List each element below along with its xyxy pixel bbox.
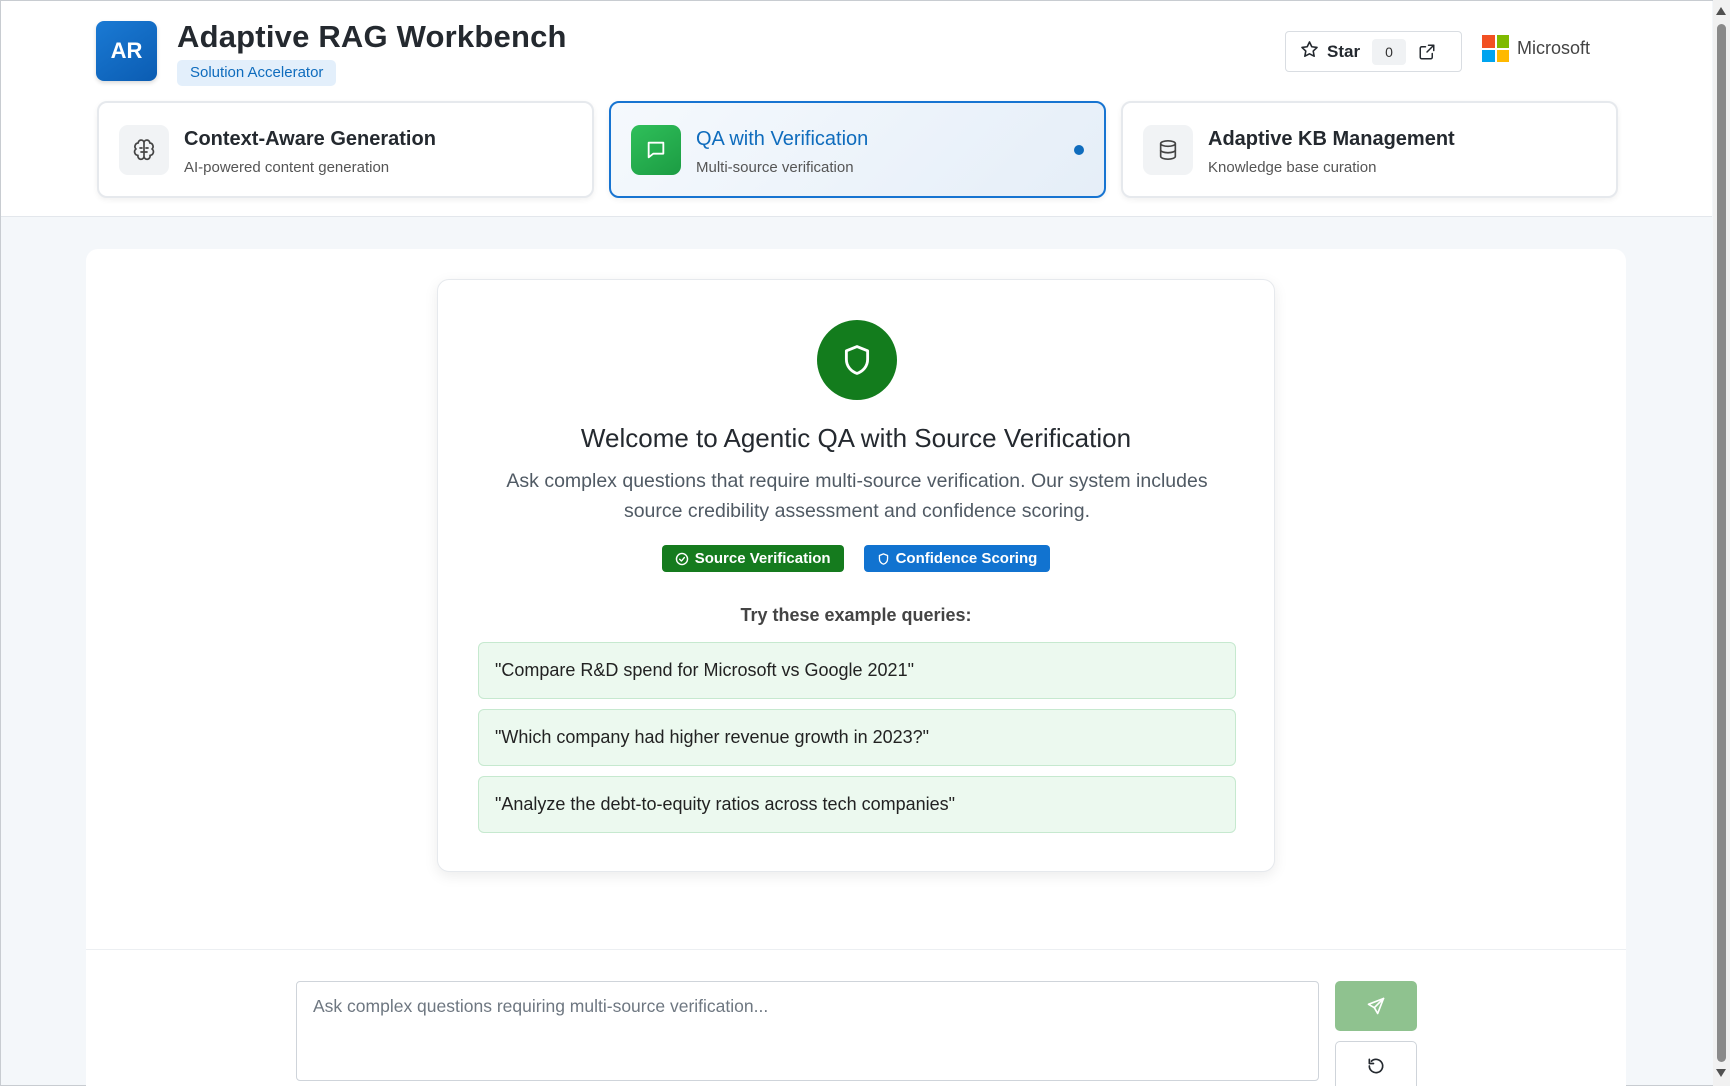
example-queries-label: Try these example queries:: [740, 605, 972, 625]
tab-subtitle: AI-powered content generation: [184, 159, 390, 176]
check-circle-icon: [675, 552, 688, 565]
app-header: AR Adaptive RAG Workbench Solution Accel…: [1, 1, 1712, 217]
composer-divider: [86, 949, 1626, 950]
pill-label: Confidence Scoring: [895, 550, 1038, 567]
tab-subtitle: Multi-source verification: [696, 159, 854, 176]
send-icon: [1367, 997, 1385, 1015]
scroll-thumb[interactable]: [1717, 24, 1726, 1062]
welcome-card: Welcome to Agentic QA with Source Verifi…: [437, 279, 1275, 872]
microsoft-logo[interactable]: Microsoft: [1482, 35, 1590, 62]
example-query[interactable]: "Compare R&D spend for Microsoft vs Goog…: [478, 642, 1236, 699]
tab-adaptive-kb-management[interactable]: Adaptive KB Management Knowledge base cu…: [1121, 101, 1618, 198]
microsoft-grid-icon: [1482, 35, 1509, 62]
shield-icon: [817, 320, 897, 400]
confidence-scoring-badge: Confidence Scoring: [863, 545, 1051, 572]
microsoft-label: Microsoft: [1517, 38, 1591, 58]
welcome-description: Ask complex questions that require multi…: [506, 470, 1208, 522]
feature-pills: Source Verification Confidence Scoring: [438, 545, 1274, 572]
solution-badge: Solution Accelerator: [177, 60, 337, 86]
star-label: Star: [1327, 41, 1361, 61]
example-query[interactable]: "Which company had higher revenue growth…: [478, 709, 1236, 766]
database-icon: [1143, 125, 1193, 175]
scroll-up-icon[interactable]: [1716, 7, 1726, 15]
external-link-icon[interactable]: [1418, 43, 1436, 61]
tab-context-aware-generation[interactable]: Context-Aware Generation AI-powered cont…: [97, 101, 594, 198]
app-title: Adaptive RAG Workbench: [177, 19, 567, 54]
shield-small-icon: [878, 552, 888, 565]
star-icon: [1300, 40, 1319, 64]
example-queries-list: "Compare R&D spend for Microsoft vs Goog…: [478, 642, 1236, 843]
app-logo: AR: [96, 21, 157, 81]
source-verification-badge: Source Verification: [661, 545, 844, 572]
github-star-group: Star 0: [1285, 31, 1462, 72]
pill-label: Source Verification: [694, 550, 831, 567]
vertical-scrollbar[interactable]: [1713, 0, 1730, 1086]
active-indicator: [1074, 145, 1084, 155]
chat-icon: [631, 125, 681, 175]
tab-title: Context-Aware Generation: [184, 128, 436, 150]
welcome-title: Welcome to Agentic QA with Source Verifi…: [580, 423, 1132, 453]
star-button[interactable]: Star: [1286, 32, 1360, 71]
reset-icon: [1368, 1058, 1384, 1074]
tab-title: QA with Verification: [696, 128, 869, 150]
tab-title: Adaptive KB Management: [1208, 128, 1455, 150]
brain-icon: [119, 125, 169, 175]
star-count: 0: [1372, 38, 1407, 65]
example-query[interactable]: "Analyze the debt-to-equity ratios acros…: [478, 776, 1236, 833]
send-button[interactable]: [1335, 981, 1417, 1031]
tab-subtitle: Knowledge base curation: [1208, 159, 1377, 176]
reset-button[interactable]: [1335, 1041, 1417, 1086]
question-input[interactable]: [296, 981, 1319, 1081]
tab-qa-with-verification[interactable]: QA with Verification Multi-source verifi…: [609, 101, 1106, 198]
scroll-down-icon[interactable]: [1716, 1069, 1726, 1077]
main-panel: Welcome to Agentic QA with Source Verifi…: [86, 249, 1626, 1086]
